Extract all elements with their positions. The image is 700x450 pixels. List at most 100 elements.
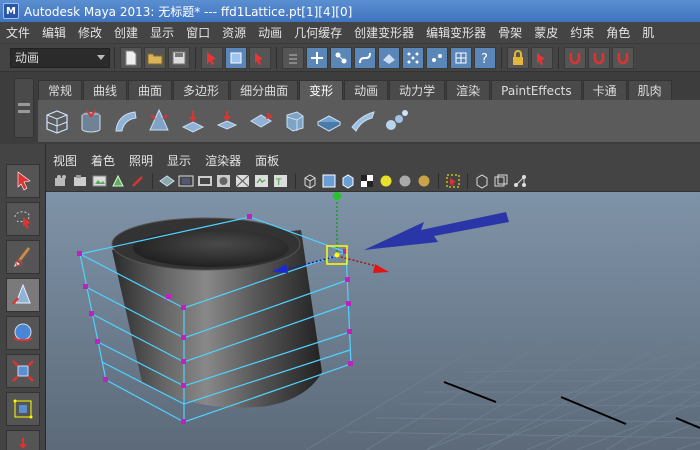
image-plane-icon[interactable] — [92, 173, 108, 189]
xray-joints-icon[interactable] — [512, 173, 528, 189]
highlight-selection-icon[interactable] — [531, 46, 553, 69]
rotate-tool-icon[interactable] — [6, 316, 40, 350]
shelf-tab-deformation[interactable]: 变形 — [299, 80, 344, 100]
select-object-icon[interactable] — [225, 46, 247, 69]
shelf-menu-grip[interactable] — [14, 78, 34, 138]
panel-menu-lighting[interactable]: 照明 — [122, 152, 160, 169]
select-by-deformer-icon[interactable] — [402, 46, 424, 69]
panel-menu-panels[interactable]: 面板 — [248, 152, 286, 169]
shelf-tab-curves[interactable]: 曲线 — [83, 80, 128, 100]
select-by-misc-icon[interactable]: ? — [474, 46, 496, 69]
panel-menu-shading[interactable]: 着色 — [84, 152, 122, 169]
shelf-tab-muscle[interactable]: 肌肉 — [627, 80, 672, 100]
menu-modify[interactable]: 修改 — [72, 22, 108, 44]
move-tool-icon[interactable] — [6, 278, 40, 312]
menu-display[interactable]: 显示 — [144, 22, 180, 44]
shelf-tab-surfaces[interactable]: 曲面 — [128, 80, 173, 100]
menu-create-deformers[interactable]: 创建变形器 — [348, 22, 420, 44]
panel-menu-show[interactable]: 显示 — [160, 152, 198, 169]
field-chart-icon[interactable] — [235, 173, 251, 189]
select-by-joint-icon[interactable] — [330, 46, 352, 69]
shelf-tab-animation[interactable]: 动画 — [344, 80, 389, 100]
menu-window[interactable]: 窗口 — [180, 22, 216, 44]
wireframe-icon[interactable] — [302, 173, 318, 189]
shelf-tab-polygons[interactable]: 多边形 — [173, 80, 230, 100]
universal-manipulator-icon[interactable] — [6, 392, 40, 426]
shelf-tab-dynamics[interactable]: 动力学 — [389, 80, 446, 100]
select-tool-icon[interactable] — [6, 164, 40, 198]
grid-toggle-icon[interactable] — [159, 173, 175, 189]
panel-menu-view[interactable]: 视图 — [46, 152, 84, 169]
save-scene-icon[interactable] — [168, 46, 190, 69]
menu-skin[interactable]: 蒙皮 — [528, 22, 564, 44]
high-quality-icon[interactable] — [416, 173, 432, 189]
menu-geometry-cache[interactable]: 几何缓存 — [288, 22, 348, 44]
two-d-pan-icon[interactable] — [111, 173, 127, 189]
menu-animation[interactable]: 动画 — [252, 22, 288, 44]
shelf-tab-rendering[interactable]: 渲染 — [446, 80, 491, 100]
menu-edit[interactable]: 编辑 — [36, 22, 72, 44]
lock-selection-icon[interactable] — [507, 46, 529, 69]
select-hierarchy-icon[interactable] — [201, 46, 223, 69]
snap-to-grid-icon[interactable] — [564, 46, 586, 69]
lasso-tool-icon[interactable] — [6, 202, 40, 236]
shelf-tab-toon[interactable]: 卡通 — [582, 80, 627, 100]
menu-set-select[interactable]: 动画 — [10, 47, 110, 68]
sine-deformer-icon[interactable] — [178, 106, 208, 136]
shelf-tab-general[interactable]: 常规 — [38, 80, 83, 100]
paint-select-tool-icon[interactable] — [6, 240, 40, 274]
textured-icon[interactable] — [359, 173, 375, 189]
shelf-tab-subdivs[interactable]: 细分曲面 — [230, 80, 299, 100]
use-all-lights-icon[interactable] — [378, 173, 394, 189]
menu-assets[interactable]: 资源 — [216, 22, 252, 44]
bend-deformer-icon[interactable] — [110, 106, 140, 136]
menu-file[interactable]: 文件 — [0, 22, 36, 44]
new-scene-icon[interactable] — [120, 46, 142, 69]
select-by-curve-icon[interactable] — [354, 46, 376, 69]
lattice-icon[interactable] — [42, 106, 72, 136]
xray-icon[interactable] — [474, 173, 490, 189]
isolate-select-icon[interactable] — [445, 173, 461, 189]
safe-title-icon[interactable]: T — [273, 173, 289, 189]
flare-deformer-icon[interactable] — [144, 106, 174, 136]
select-by-rendering-icon[interactable] — [450, 46, 472, 69]
perspective-viewport[interactable] — [46, 192, 700, 450]
cylinder-mesh[interactable] — [111, 217, 322, 408]
gate-mask-icon[interactable] — [216, 173, 232, 189]
expand-icon[interactable] — [282, 46, 304, 69]
grease-pencil-icon[interactable] — [130, 173, 146, 189]
bookmarks-icon[interactable] — [73, 173, 89, 189]
scale-tool-icon[interactable] — [6, 354, 40, 388]
wireframe-on-shaded-icon[interactable] — [340, 173, 356, 189]
wrap-deformer-icon[interactable] — [76, 106, 106, 136]
snap-to-curve-icon[interactable] — [588, 46, 610, 69]
squash-deformer-icon[interactable] — [212, 106, 242, 136]
soft-modification-tool-icon[interactable] — [6, 430, 40, 450]
menu-skeleton[interactable]: 骨架 — [492, 22, 528, 44]
select-by-handle-icon[interactable] — [306, 46, 328, 69]
open-scene-icon[interactable] — [144, 46, 166, 69]
wave-deformer-icon[interactable] — [280, 106, 310, 136]
shadows-icon[interactable] — [397, 173, 413, 189]
panel-menu-renderer[interactable]: 渲染器 — [198, 152, 248, 169]
safe-action-icon[interactable] — [254, 173, 270, 189]
camera-attributes-icon[interactable] — [54, 173, 70, 189]
resolution-gate-icon[interactable] — [197, 173, 213, 189]
menu-character[interactable]: 角色 — [600, 22, 636, 44]
xray-active-components-icon[interactable] — [493, 173, 509, 189]
wire-deformer-icon[interactable] — [348, 106, 378, 136]
select-component-icon[interactable] — [249, 46, 271, 69]
menu-create[interactable]: 创建 — [108, 22, 144, 44]
cluster-deformer-icon[interactable] — [382, 106, 412, 136]
sculpt-deformer-icon[interactable] — [314, 106, 344, 136]
select-by-surface-icon[interactable] — [378, 46, 400, 69]
film-gate-icon[interactable] — [178, 173, 194, 189]
shelf-tab-painteffects[interactable]: PaintEffects — [491, 80, 582, 100]
snap-to-point-icon[interactable] — [612, 46, 634, 69]
twist-deformer-icon[interactable] — [246, 106, 276, 136]
select-by-dynamic-icon[interactable] — [426, 46, 448, 69]
menu-edit-deformers[interactable]: 编辑变形器 — [420, 22, 492, 44]
menu-constrain[interactable]: 约束 — [564, 22, 600, 44]
menu-muscle[interactable]: 肌 — [636, 22, 660, 44]
smooth-shade-icon[interactable] — [321, 173, 337, 189]
